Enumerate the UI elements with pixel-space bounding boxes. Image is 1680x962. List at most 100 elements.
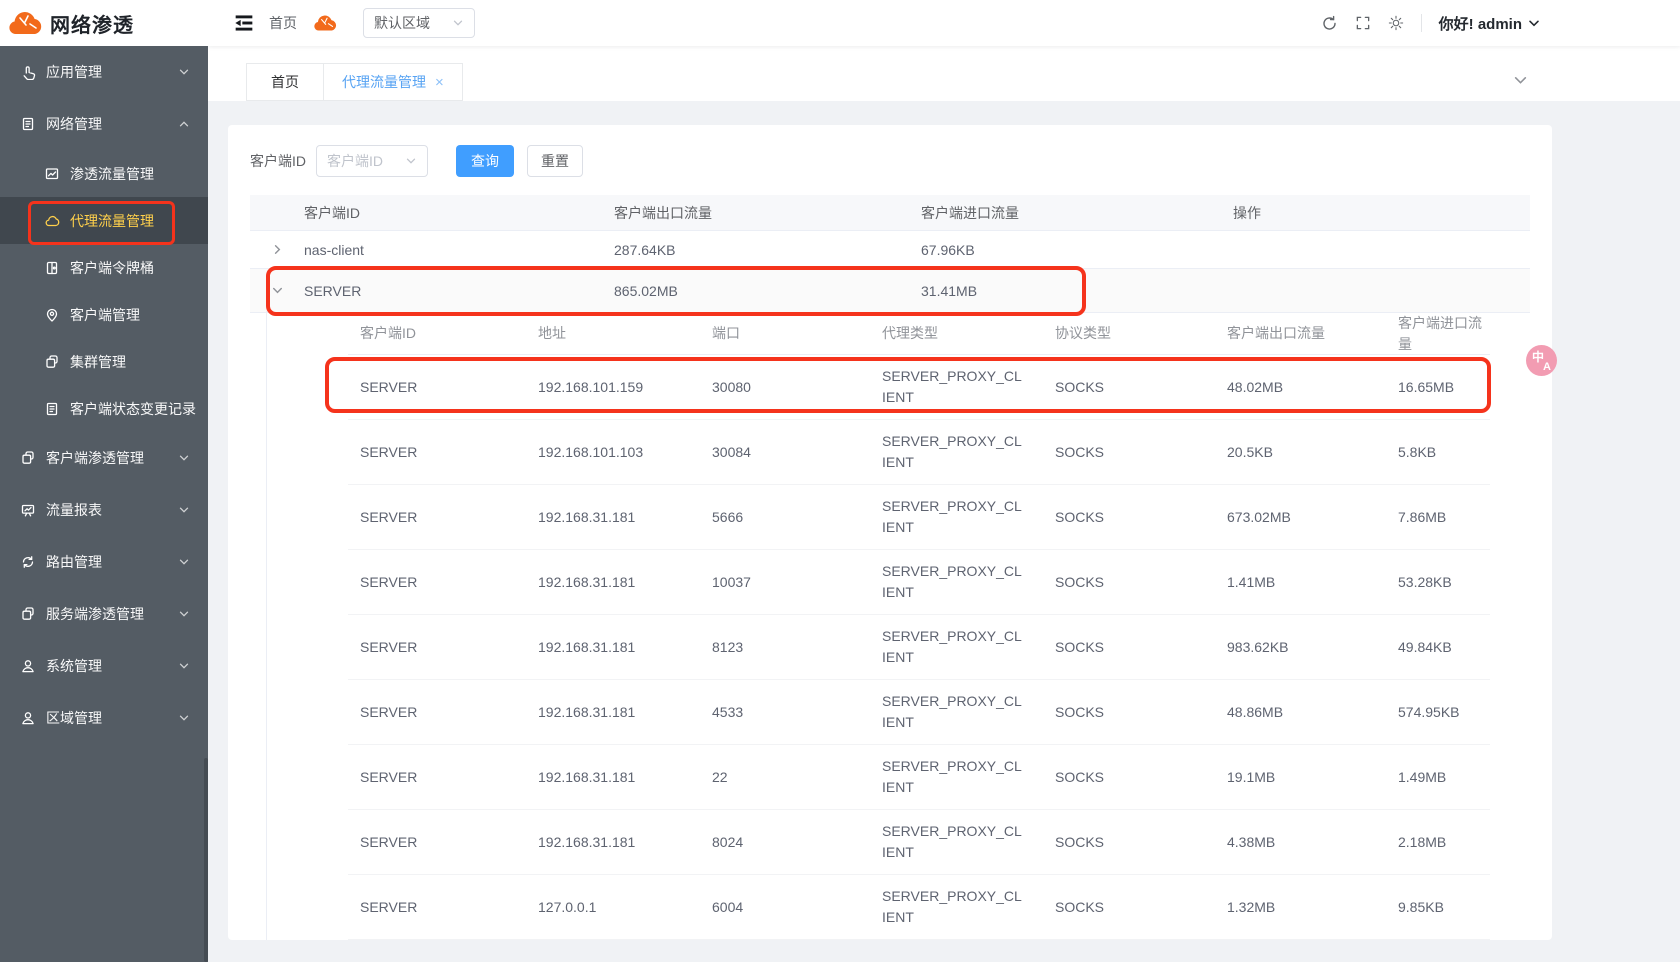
client-id-label: 客户端ID [250,151,306,171]
sidebar-item-label: 客户端渗透管理 [46,448,178,468]
sidebar-subitem[interactable]: 渗透流量管理 [0,150,208,197]
client-id-select[interactable]: 客户端ID [316,145,428,177]
collapse-chevron-down-icon[interactable] [250,284,296,297]
sidebar-subitem[interactable]: 客户端令牌桶 [0,244,208,291]
route-icon [20,554,36,570]
cell-out: 48.02MB [1215,377,1386,398]
translate-en-glyph: A [1543,361,1551,373]
logo: 网络渗透 [0,0,208,46]
sidebar-item-label: 区域管理 [46,708,178,728]
fullscreen-icon[interactable] [1355,15,1371,31]
nested-table-row: SERVER192.168.31.1814533SERVER_PROXY_CLI… [348,680,1490,745]
server-detail-table: 客户端ID 地址 端口 代理类型 协议类型 客户端出口流量 客户端进口流量 SE… [348,313,1490,940]
cell-client-id: SERVER [348,832,526,853]
menu-fold-icon[interactable] [234,13,254,33]
sidebar-item[interactable]: 服务端渗透管理 [0,588,208,640]
close-icon[interactable]: × [435,75,444,90]
column-header: 代理类型 [870,323,1043,344]
tab-proxy-traffic[interactable]: 代理流量管理 × [324,63,463,101]
cluster-icon [20,450,36,466]
cell-port: 4533 [700,702,870,723]
sidebar-subitem[interactable]: 客户端状态变更记录 [0,385,208,432]
cell-proxy-type: SERVER_PROXY_CLIENT [870,626,1043,668]
cell-port: 10037 [700,572,870,593]
client-traffic-table: 客户端ID 客户端出口流量 客户端进口流量 操作 nas-client 287.… [250,195,1530,313]
refresh-icon[interactable] [1321,15,1338,32]
cell-proxy-type: SERVER_PROXY_CLIENT [870,496,1043,538]
table-row-server: SERVER 865.02MB 31.41MB [250,269,1530,313]
cell-address: 192.168.31.181 [526,832,700,853]
cell-address: 192.168.101.159 [526,377,700,398]
query-button[interactable]: 查询 [456,145,514,177]
nested-rows: SERVER192.168.101.15930080SERVER_PROXY_C… [348,355,1490,940]
sidebar-subitem[interactable]: 集群管理 [0,338,208,385]
cell-protocol: SOCKS [1043,832,1215,853]
cell-client-id: SERVER [296,283,606,299]
cell-address: 192.168.31.181 [526,767,700,788]
sidebar-scrollbar-thumb[interactable] [204,758,208,962]
theme-icon[interactable] [1388,15,1404,31]
proxy-traffic-card: 客户端ID 客户端ID 查询 重置 客户端ID 客户端出口流量 客户端进口流量 … [228,125,1552,940]
cell-out: 4.38MB [1215,832,1386,853]
cell-out: 1.32MB [1215,897,1386,918]
chevron-down-icon [178,608,190,620]
content-area: 客户端ID 客户端ID 查询 重置 客户端ID 客户端出口流量 客户端进口流量 … [208,101,1680,962]
sidebar-subitem[interactable]: 代理流量管理 [0,197,208,244]
sidebar-subitem[interactable]: 客户端管理 [0,291,208,338]
cell-client-id: SERVER [348,507,526,528]
cell-client-id: SERVER [348,637,526,658]
sidebar-item[interactable]: 流量报表 [0,484,208,536]
hand-icon [20,64,36,80]
sidebar-item[interactable]: 网络管理 [0,98,208,150]
cluster-icon [44,354,60,370]
sidebar-item-label: 应用管理 [46,62,178,82]
report-icon [20,502,36,518]
nested-table-row: SERVER192.168.31.1815666SERVER_PROXY_CLI… [348,485,1490,550]
sidebar-item[interactable]: 应用管理 [0,46,208,98]
nested-table-row: SERVER127.0.0.16004SERVER_PROXY_CLIENTSO… [348,875,1490,940]
user-dropdown[interactable]: 你好! admin [1439,13,1540,34]
column-header: 客户端进口流量 [913,203,1225,223]
column-header: 地址 [526,323,700,344]
cell-port: 6004 [700,897,870,918]
cloud-icon [44,213,60,229]
cell-proxy-type: SERVER_PROXY_CLIENT [870,431,1043,473]
sidebar-item[interactable]: 客户端渗透管理 [0,432,208,484]
tabstrip: 首页 代理流量管理 × [208,46,1680,101]
cell-client-id: SERVER [348,442,526,463]
tabs: 首页 代理流量管理 × [246,63,463,101]
cloud-icon [312,14,338,32]
user-icon [20,658,36,674]
cell-out: 983.62KB [1215,637,1386,658]
tab-home[interactable]: 首页 [246,63,324,101]
document-icon [20,116,36,132]
sidebar-item[interactable]: 路由管理 [0,536,208,588]
reset-button[interactable]: 重置 [527,145,583,177]
cell-address: 192.168.31.181 [526,572,700,593]
sidebar-subitem-label: 客户端管理 [70,305,140,325]
sidebar-item[interactable]: 系统管理 [0,640,208,692]
cell-in: 53.28KB [1386,572,1490,593]
region-select[interactable]: 默认区域 [363,8,475,38]
cell-proxy-type: SERVER_PROXY_CLIENT [870,366,1043,408]
topbar-left: 首页 默认区域 [234,0,475,46]
cell-proxy-type: SERVER_PROXY_CLIENT [870,886,1043,928]
column-header: 客户端ID [296,203,606,223]
cell-protocol: SOCKS [1043,377,1215,398]
nested-table-row: SERVER192.168.101.15930080SERVER_PROXY_C… [348,355,1490,420]
breadcrumb-home[interactable]: 首页 [269,13,297,33]
chevron-down-icon [178,452,190,464]
translate-button[interactable]: 中 A [1526,345,1557,376]
tab-list-chevron-icon[interactable] [1513,73,1528,88]
cell-in: 7.86MB [1386,507,1490,528]
sidebar-item-label: 服务端渗透管理 [46,604,178,624]
cell-client-id: SERVER [348,897,526,918]
sidebar-subitem-label: 代理流量管理 [70,211,154,231]
cell-out: 1.41MB [1215,572,1386,593]
sidebar-item-label: 路由管理 [46,552,178,572]
tab-label: 首页 [271,72,299,92]
cell-port: 22 [700,767,870,788]
expand-chevron-right-icon[interactable] [250,243,296,256]
column-header: 客户端进口流量 [1386,313,1490,355]
sidebar-item[interactable]: 区域管理 [0,692,208,744]
